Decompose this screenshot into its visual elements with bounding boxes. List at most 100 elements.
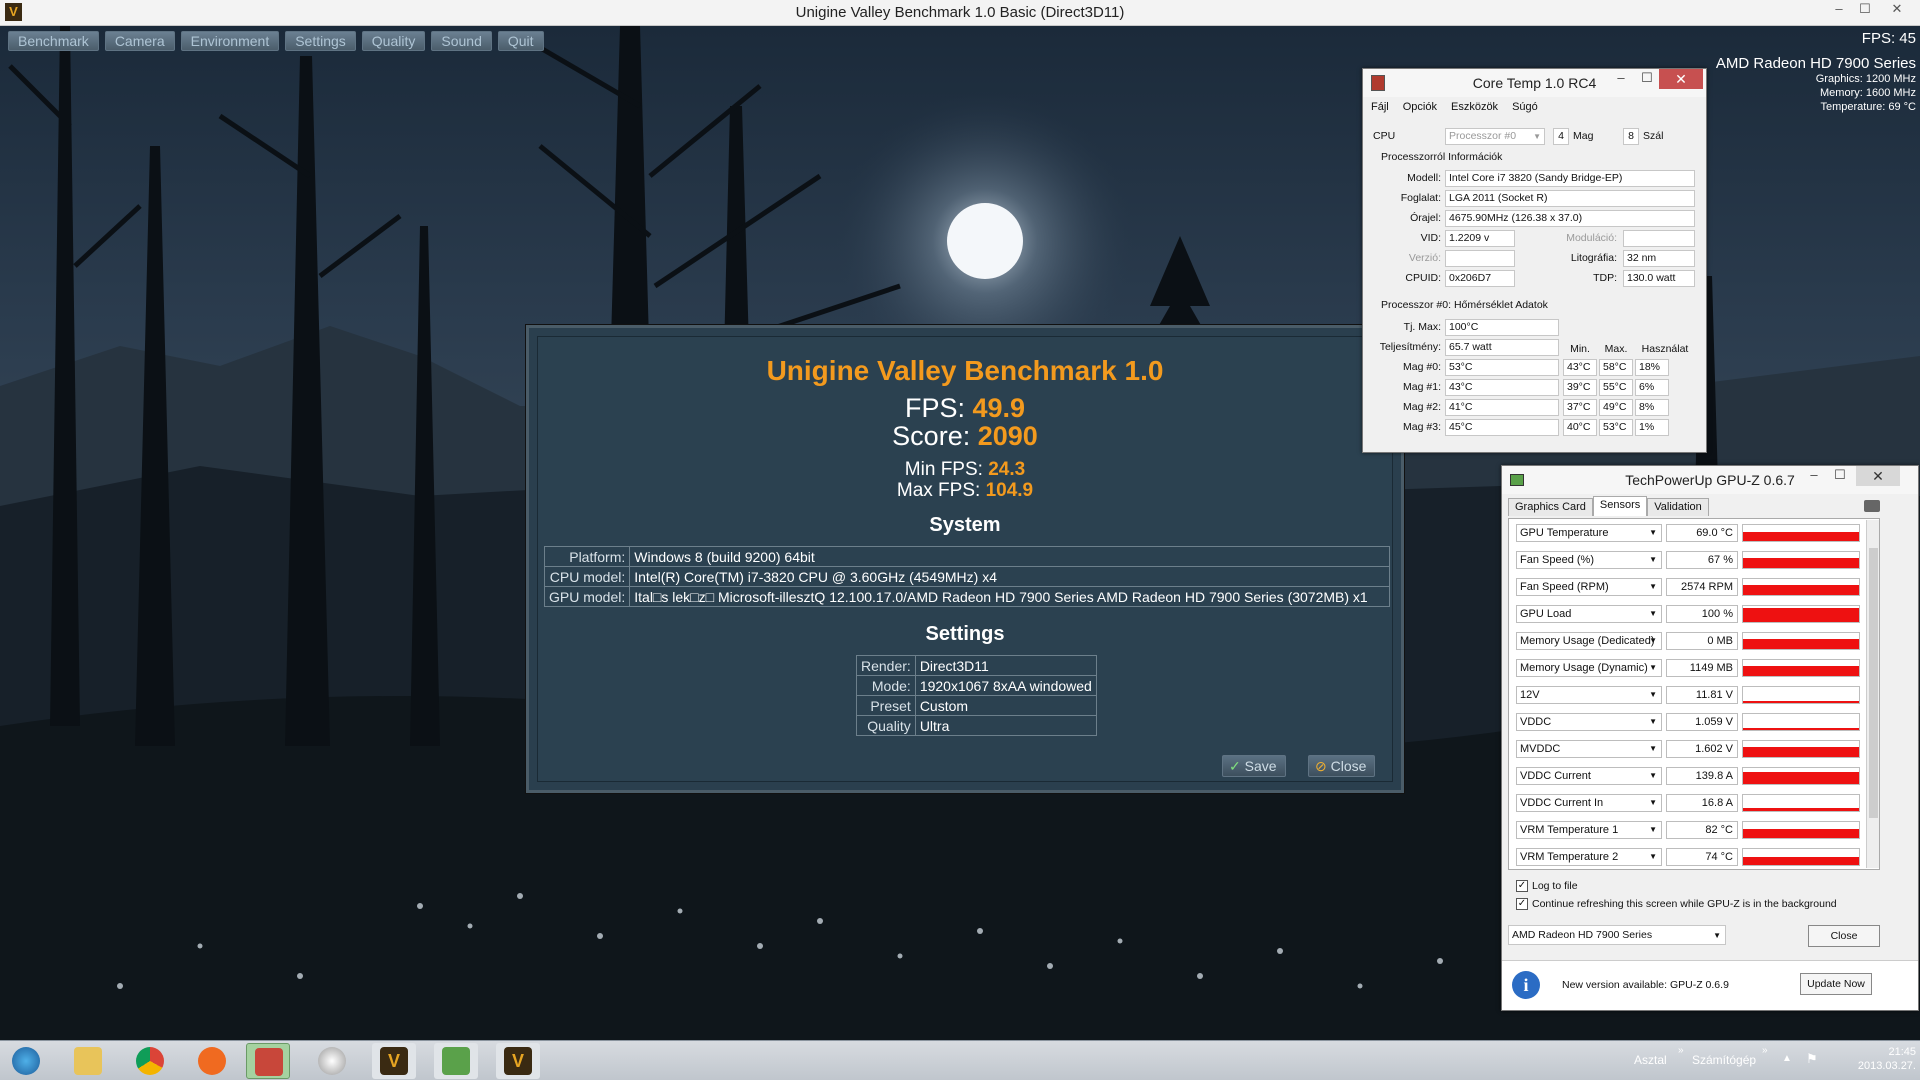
max-fps-result: Max FPS: 104.9: [538, 480, 1392, 501]
menu-tools[interactable]: Eszközök: [1451, 101, 1498, 113]
sensor-name[interactable]: VDDC Current In ▼: [1516, 794, 1662, 812]
cores-label: Mag: [1573, 130, 1594, 142]
sensor-graph: [1742, 713, 1860, 731]
chevron-right-icon[interactable]: »: [1678, 1045, 1684, 1056]
sensor-graph: [1742, 686, 1860, 704]
sensor-name-label: VDDC Current: [1520, 770, 1591, 782]
log-to-file-checkbox[interactable]: ✓: [1516, 880, 1528, 892]
start-button[interactable]: [4, 1043, 48, 1079]
desktop-toolbar[interactable]: Asztal: [1634, 1053, 1667, 1067]
taskbar-chrome[interactable]: [128, 1043, 172, 1079]
maximize-button[interactable]: ☐: [1852, 0, 1878, 20]
sensor-graph: [1742, 551, 1860, 569]
flag-icon[interactable]: ⚑: [1806, 1051, 1818, 1067]
sensor-graph-fill: [1743, 728, 1859, 730]
sensor-graph-fill: [1743, 807, 1859, 811]
fps-result: FPS: 49.9: [538, 393, 1392, 424]
core-load: 8%: [1635, 399, 1669, 416]
save-button[interactable]: ✓ Save: [1222, 755, 1286, 777]
menu-options[interactable]: Opciók: [1403, 101, 1437, 113]
taskbar-coretemp[interactable]: [246, 1043, 290, 1079]
sensor-name[interactable]: GPU Temperature ▼: [1516, 524, 1662, 542]
continue-refresh-checkbox[interactable]: ✓: [1516, 898, 1528, 910]
sensor-name-label: Fan Speed (%): [1520, 554, 1594, 566]
sensor-name[interactable]: Memory Usage (Dynamic) ▼: [1516, 659, 1662, 677]
close-results-button[interactable]: ⊘ Close: [1308, 755, 1376, 777]
sensor-name[interactable]: VDDC ▼: [1516, 713, 1662, 731]
sensor-name[interactable]: GPU Load ▼: [1516, 605, 1662, 623]
minimize-button[interactable]: –: [1609, 70, 1633, 88]
scrollbar-thumb[interactable]: [1869, 548, 1878, 818]
chevron-down-icon: ▼: [1649, 852, 1657, 861]
processor-select[interactable]: Processzor #0 ▼: [1445, 128, 1545, 145]
sensor-name[interactable]: 12V ▼: [1516, 686, 1662, 704]
tray-expand-icon[interactable]: ▲: [1782, 1053, 1792, 1064]
computer-toolbar[interactable]: Számítógép: [1692, 1053, 1756, 1067]
device-select[interactable]: AMD Radeon HD 7900 Series ▼: [1508, 925, 1726, 945]
results-title: Unigine Valley Benchmark 1.0: [766, 355, 1164, 386]
menu-settings[interactable]: Settings: [285, 31, 356, 51]
coretemp-menubar: Fájl Opciók Eszközök Súgó: [1371, 101, 1538, 113]
menu-help[interactable]: Súgó: [1512, 101, 1538, 113]
table-row: Preset Custom: [856, 695, 1097, 716]
sensor-name-label: VDDC: [1520, 716, 1552, 728]
cpuid-label: CPUID:: [1405, 272, 1441, 284]
close-button[interactable]: ✕: [1856, 466, 1900, 486]
max-fps-value: 104.9: [985, 480, 1034, 501]
clock-label: Órajel:: [1410, 212, 1441, 224]
update-now-button[interactable]: Update Now: [1800, 973, 1872, 995]
version-label: Verzió:: [1408, 252, 1441, 264]
minimize-button[interactable]: –: [1826, 0, 1852, 20]
menu-file[interactable]: Fájl: [1371, 101, 1389, 113]
close-button[interactable]: ✕: [1659, 69, 1703, 89]
tab-graphics-card[interactable]: Graphics Card: [1508, 498, 1593, 516]
sensor-name[interactable]: VRM Temperature 1 ▼: [1516, 821, 1662, 839]
close-button[interactable]: ✕: [1884, 0, 1910, 20]
core-temp: 45°C: [1445, 419, 1559, 436]
tdp-label: TDP:: [1593, 272, 1617, 284]
tab-sensors[interactable]: Sensors: [1592, 496, 1648, 516]
tab-validation[interactable]: Validation: [1647, 498, 1709, 516]
gpuz-close-button[interactable]: Close: [1808, 925, 1880, 947]
min-fps-label: Min FPS:: [904, 459, 983, 480]
minimize-button[interactable]: –: [1802, 467, 1826, 485]
chevron-down-icon: ▼: [1713, 931, 1721, 940]
taskbar-origin[interactable]: [190, 1043, 234, 1079]
taskbar-gpuz[interactable]: [434, 1043, 478, 1079]
taskbar-valley-2[interactable]: V: [496, 1043, 540, 1079]
sensor-name[interactable]: VRM Temperature 2 ▼: [1516, 848, 1662, 866]
menu-sound[interactable]: Sound: [431, 31, 492, 51]
menu-quit[interactable]: Quit: [497, 31, 544, 51]
sensor-name[interactable]: Fan Speed (%) ▼: [1516, 551, 1662, 569]
chevron-right-icon[interactable]: »: [1762, 1045, 1768, 1056]
system-key: CPU model:: [543, 566, 631, 587]
gpuz-window: TechPowerUp GPU-Z 0.6.7 – ☐ ✕ Graphics C…: [1501, 465, 1919, 1011]
chevron-down-icon: ▼: [1649, 609, 1657, 618]
core-min: 40°C: [1563, 419, 1597, 436]
taskbar-valley-1[interactable]: V: [372, 1043, 416, 1079]
maximize-button[interactable]: ☐: [1635, 70, 1659, 88]
sensor-name[interactable]: Fan Speed (RPM) ▼: [1516, 578, 1662, 596]
menu-environment[interactable]: Environment: [180, 31, 280, 51]
window-title: Unigine Valley Benchmark 1.0 Basic (Dire…: [795, 4, 1125, 21]
sensor-name[interactable]: MVDDC ▼: [1516, 740, 1662, 758]
sensor-graph-fill: [1743, 608, 1859, 622]
sensor-name[interactable]: Memory Usage (Dedicated) ▼: [1516, 632, 1662, 650]
menu-quality[interactable]: Quality: [361, 31, 426, 51]
max-col-header: Max.: [1604, 343, 1628, 355]
taskbar-explorer[interactable]: [66, 1043, 110, 1079]
sensors-scrollbar[interactable]: [1866, 520, 1879, 868]
clock[interactable]: 21:45 2013.03.27.: [1820, 1045, 1916, 1073]
version-value: [1445, 250, 1515, 267]
system-value: Windows 8 (build 9200) 64bit: [629, 546, 1390, 567]
maximize-button[interactable]: ☐: [1828, 467, 1852, 485]
core-max: 55°C: [1599, 379, 1633, 396]
camera-icon[interactable]: [1864, 500, 1880, 512]
thread-count: 8: [1623, 128, 1639, 145]
sensor-name[interactable]: VDDC Current ▼: [1516, 767, 1662, 785]
menu-camera[interactable]: Camera: [104, 31, 175, 51]
update-banner: i New version available: GPU-Z 0.6.9 Upd…: [1502, 960, 1918, 1010]
core-load: 1%: [1635, 419, 1669, 436]
taskbar-gpu-tool[interactable]: [310, 1043, 354, 1079]
menu-benchmark[interactable]: Benchmark: [8, 31, 99, 51]
